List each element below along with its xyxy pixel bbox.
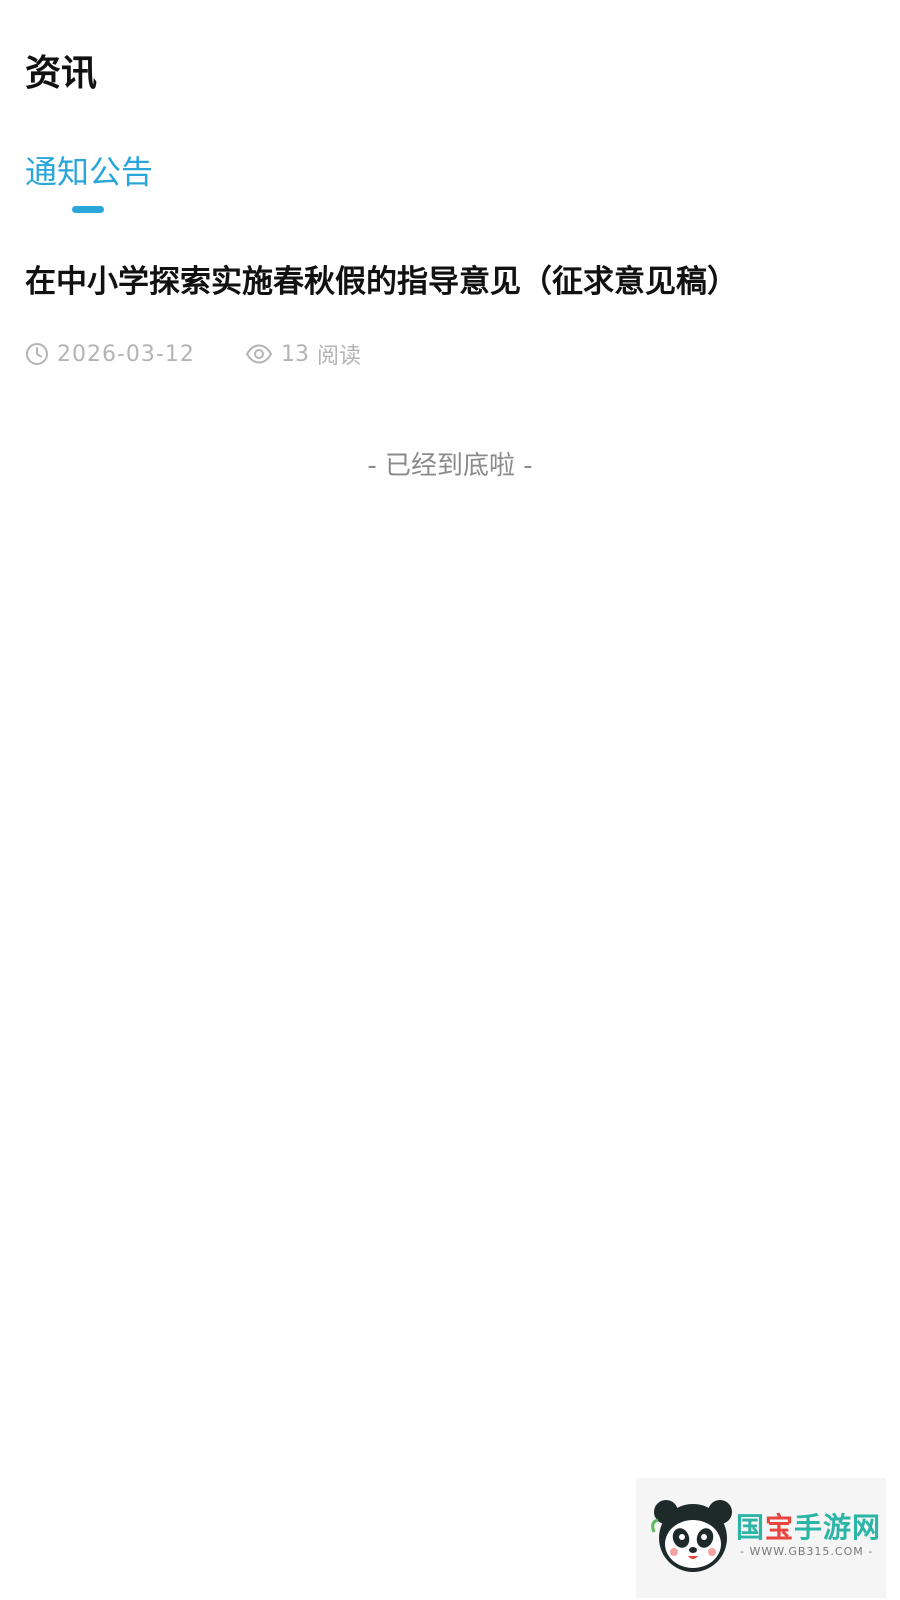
article-title[interactable]: 在中小学探索实施春秋假的指导意见（征求意见稿） [25, 260, 875, 304]
watermark: 国宝手游网 - WWW.GB315.COM - [636, 1478, 886, 1598]
tab-active-indicator [72, 206, 104, 213]
tab-bar: 通知公告 [25, 150, 154, 213]
article-item[interactable]: 在中小学探索实施春秋假的指导意见（征求意见稿） 2026-03-12 13 阅读 [25, 260, 875, 370]
article-date: 2026-03-12 [25, 342, 245, 367]
views-count: 13 [281, 341, 309, 367]
article-meta: 2026-03-12 13 阅读 [25, 338, 875, 370]
date-text: 2026-03-12 [57, 341, 195, 367]
watermark-url: - WWW.GB315.COM - [740, 1545, 874, 1558]
page-title: 资讯 [25, 53, 98, 94]
watermark-brand: 国宝手游网 [736, 1511, 882, 1544]
eye-icon [245, 342, 273, 366]
clock-icon [25, 342, 49, 366]
tab-label: 通知公告 [25, 153, 154, 191]
tab-notices[interactable]: 通知公告 [25, 150, 154, 213]
views-unit: 阅读 [317, 344, 362, 369]
article-views: 13 阅读 [245, 338, 361, 370]
end-of-list-text: - 已经到底啦 - [367, 451, 533, 481]
